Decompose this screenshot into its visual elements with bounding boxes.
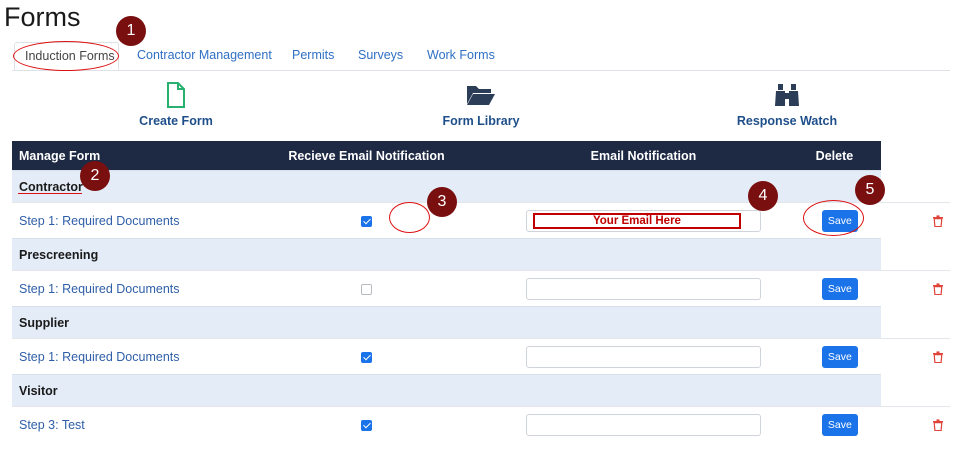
email-field[interactable] [525,413,761,436]
trash-icon[interactable] [933,283,943,296]
response-watch-button[interactable]: Response Watch [736,82,838,128]
group-row: Contractor [12,170,950,203]
group-row: Visitor [12,374,950,407]
form-link[interactable]: Step 1: Required Documents [12,270,234,307]
email-field[interactable] [525,277,761,300]
form-library-button[interactable]: Form Library [431,82,531,128]
callout-badge-1: 1 [116,16,146,46]
save-button[interactable]: Save [821,413,858,436]
create-form-label: Create Form [139,114,213,128]
response-watch-label: Response Watch [736,114,838,128]
tab-contractor-management[interactable]: Contractor Management [137,42,272,70]
header-email-notification: Email Notification [499,141,788,171]
save-button[interactable]: Save [821,277,858,300]
tab-surveys[interactable]: Surveys [358,42,403,70]
tab-induction-forms[interactable]: Induction Forms [14,42,119,70]
callout-badge-4: 4 [748,181,778,211]
table-row: Step 1: Required Documents Save [12,202,950,239]
highlight-underline-contractor [18,193,82,194]
trash-icon[interactable] [933,351,943,364]
table-row: Step 1: Required Documents Save [12,338,950,375]
notify-checkbox[interactable] [360,283,372,295]
group-row: Prescreening [12,238,950,271]
form-link[interactable]: Step 3: Test [12,406,234,442]
table-row: Step 1: Required Documents Save [12,270,950,307]
trash-icon[interactable] [933,215,943,228]
table-row: Step 3: Test Save [12,406,950,442]
group-name: Prescreening [12,238,881,271]
tab-work-forms[interactable]: Work Forms [427,42,495,70]
group-row: Supplier [12,306,950,339]
folder-open-icon [467,86,495,105]
file-icon [167,82,185,108]
notify-checkbox[interactable] [360,419,372,431]
tab-bar: Induction Forms Contractor Management Pe… [12,42,950,71]
group-name: Visitor [12,374,881,407]
callout-badge-5: 5 [855,175,885,205]
table-header-row: Manage Form Recieve Email Notification E… [12,141,950,171]
form-link[interactable]: Step 1: Required Documents [12,202,234,239]
callout-badge-3: 3 [427,187,457,217]
notify-checkbox[interactable] [360,351,372,363]
binoculars-icon [775,84,799,106]
page-title: Forms [4,2,81,32]
callout-badge-2: 2 [80,161,110,191]
email-field[interactable] [525,345,761,368]
save-button[interactable]: Save [821,209,858,232]
notify-checkbox[interactable] [360,215,372,227]
header-manage-form: Manage Form [12,141,234,171]
group-name: Supplier [12,306,881,339]
header-delete: Delete [787,141,881,171]
form-library-label: Form Library [442,114,520,128]
header-receive-email: Recieve Email Notification [233,141,500,171]
forms-table: Manage Form Recieve Email Notification E… [12,141,950,442]
email-field[interactable] [532,212,741,229]
trash-icon[interactable] [933,419,943,432]
tab-permits[interactable]: Permits [292,42,334,70]
create-form-button[interactable]: Create Form [126,82,226,128]
save-button[interactable]: Save [821,345,858,368]
form-link[interactable]: Step 1: Required Documents [12,338,234,375]
